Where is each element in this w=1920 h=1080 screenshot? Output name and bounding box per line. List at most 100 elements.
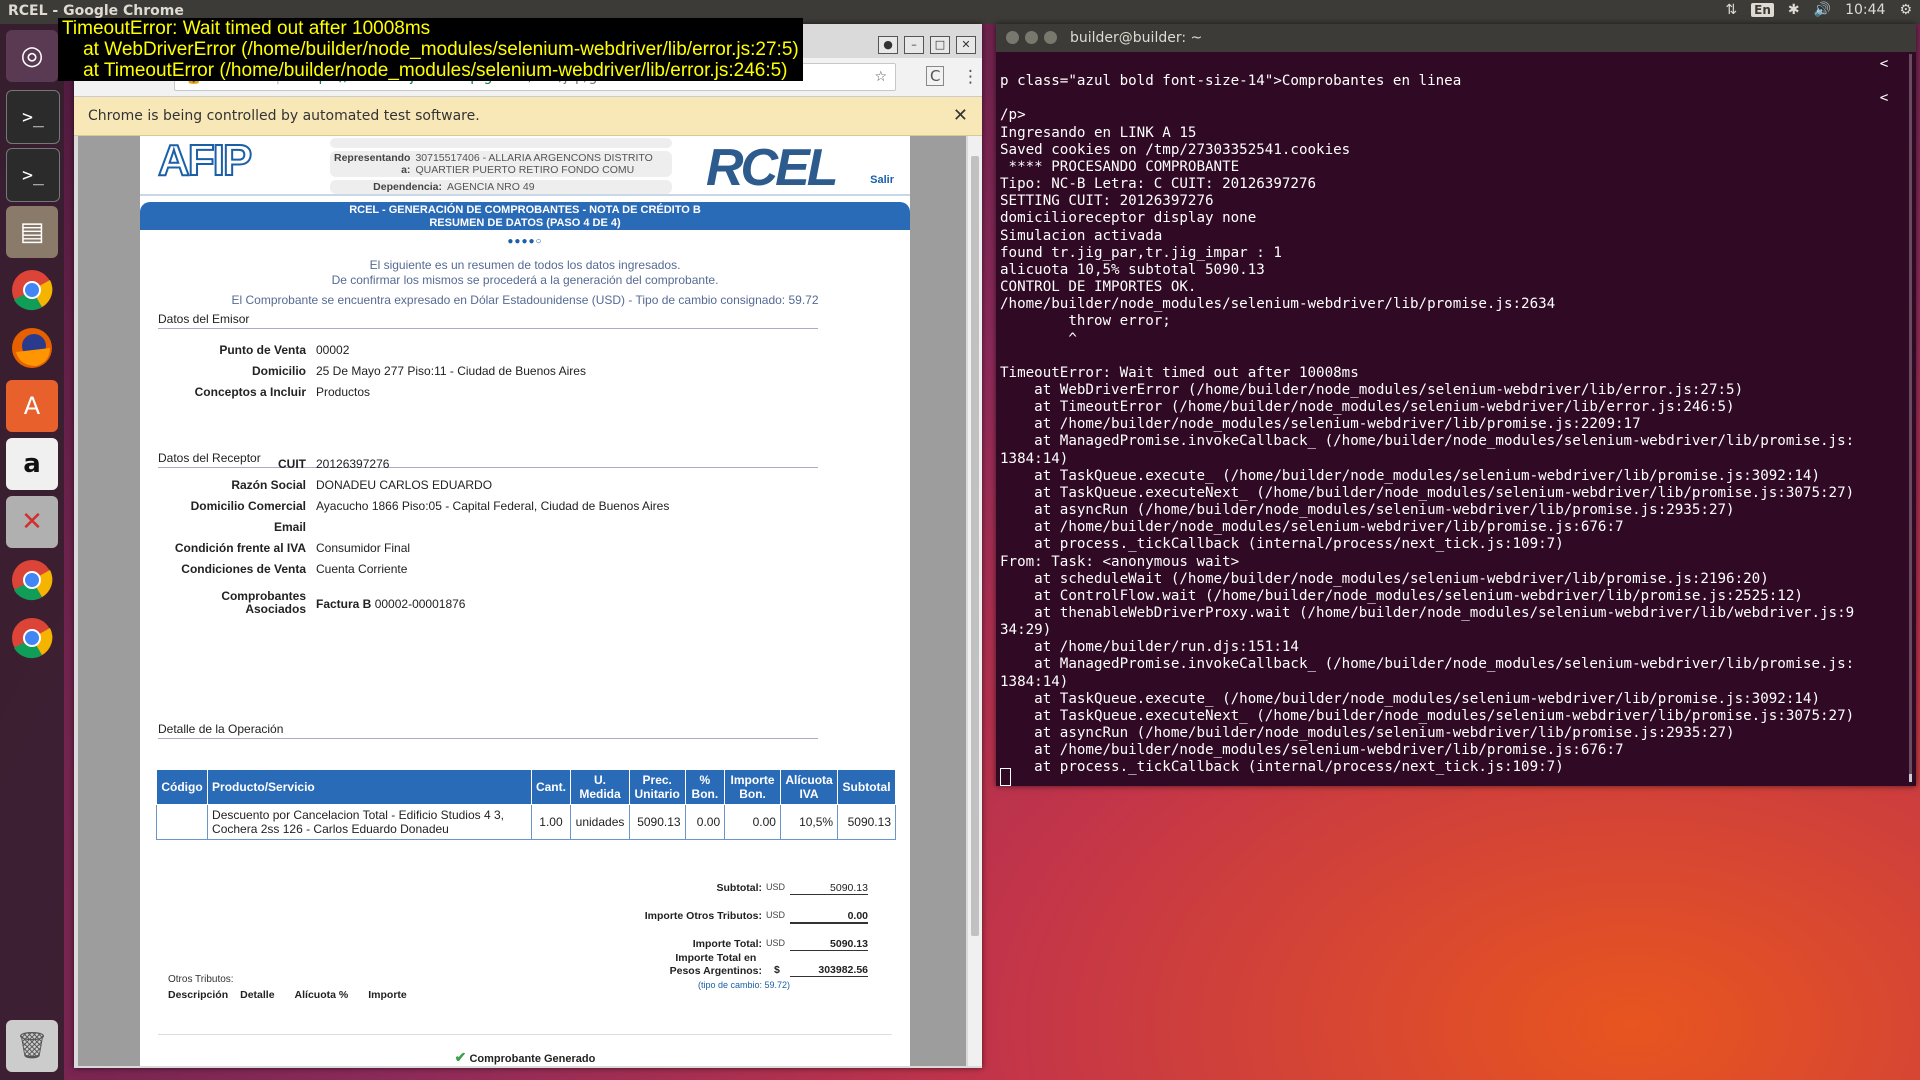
- asociados-label-2: Asociados: [245, 602, 306, 616]
- terminal-icon[interactable]: >_: [6, 90, 60, 144]
- field-value: DONADEU CARLOS EDUARDO: [316, 478, 493, 492]
- close-button[interactable]: ✕: [956, 36, 976, 54]
- field-label: Condiciones de Venta: [181, 562, 306, 576]
- bluetooth-icon[interactable]: ✱: [1788, 2, 1800, 18]
- total-currency: USD: [766, 938, 786, 948]
- asociados-value: Factura B 00002-00001876: [316, 597, 465, 611]
- table-cell: unidades: [570, 804, 630, 840]
- terminal-window: builder@builder: ~ < p class="azul bold …: [996, 24, 1916, 786]
- menu-icon[interactable]: ⋮: [962, 67, 979, 87]
- page-scrollbar[interactable]: [968, 136, 982, 1066]
- tipo-cambio-note: (tipo de cambio: 59.72): [698, 980, 791, 990]
- salir-link[interactable]: Salir: [870, 174, 894, 186]
- firefox-icon[interactable]: [6, 322, 58, 374]
- field-value: 20126397276: [316, 457, 390, 471]
- column-header: Descripción: [168, 989, 229, 1001]
- table-cell: 0.00: [684, 804, 726, 840]
- column-header: Producto/Servicio: [207, 769, 532, 805]
- subtotal-currency: USD: [766, 882, 786, 892]
- network-icon[interactable]: ⇅: [1725, 2, 1737, 18]
- terminal-cursor: [1000, 768, 1011, 786]
- extension-icon[interactable]: C: [926, 66, 945, 86]
- table-cell: [155, 804, 209, 840]
- column-header: Detalle: [240, 989, 275, 1001]
- column-header: Cant.: [530, 769, 572, 805]
- column-header: Alícuota %: [294, 989, 349, 1001]
- field-value: 25 De Mayo 277 Piso:11 - Ciudad de Bueno…: [316, 364, 586, 378]
- pesos-currency: $: [774, 964, 780, 976]
- files-icon[interactable]: ▤: [6, 206, 58, 258]
- chrome-icon[interactable]: [6, 612, 58, 664]
- table-cell: 0.00: [724, 804, 781, 840]
- step-indicator: ●●●●○: [507, 236, 543, 247]
- close-button[interactable]: [1006, 31, 1019, 44]
- asociados-num: 00002-00001876: [374, 597, 466, 611]
- intro-line-1: El siguiente es un resumen de todos los …: [369, 258, 681, 272]
- asociados-label-1: Comprobantes: [221, 589, 306, 603]
- otros-tributos-block: Otros Tributos: Descripción Detalle Alícuo…: [168, 974, 427, 1001]
- ubuntu-dash-icon[interactable]: ◎: [6, 30, 58, 82]
- maximize-button[interactable]: □: [930, 36, 950, 54]
- column-header: Importe Bon.: [724, 769, 781, 805]
- rcel-logo: RCEL: [706, 139, 839, 197]
- field-value: Cuenta Corriente: [316, 562, 408, 576]
- total-label: Importe Total:: [692, 938, 762, 950]
- terminal-titlebar: builder@builder: ~: [996, 24, 1916, 52]
- rcel-page: AFIP Representando a: 30715517406 - ALLAR…: [140, 136, 910, 1066]
- field-label: Domicilio: [251, 364, 306, 378]
- terminal-icon[interactable]: >_: [6, 148, 60, 202]
- represent-row: Representando a: 30715517406 - ALLARIA AR…: [330, 151, 672, 177]
- intro-line-2: De confirmar los mismos se procederá a l…: [331, 273, 719, 287]
- clock[interactable]: 10:44: [1845, 2, 1885, 18]
- scroll-thumb[interactable]: [971, 156, 979, 936]
- terminal-output[interactable]: < p class="azul bold font-size-14">Compr…: [1000, 56, 1912, 777]
- keyboard-layout-indicator[interactable]: En: [1751, 3, 1774, 17]
- subtotal-label: Subtotal:: [716, 882, 763, 894]
- represent-label: Representando a:: [334, 152, 411, 176]
- software-center-icon[interactable]: A: [6, 380, 58, 432]
- field-value: 00002: [316, 343, 350, 357]
- profile-icon[interactable]: ●: [878, 36, 898, 54]
- otros-currency: USD: [766, 910, 786, 920]
- field-value: Consumidor Final: [316, 541, 411, 555]
- terminal-scrollbar[interactable]: [1909, 54, 1912, 782]
- generado-label: Comprobante Generado: [469, 1053, 596, 1065]
- page-header: AFIP Representando a: 30715517406 - ALLAR…: [140, 136, 910, 197]
- column-header: Subtotal: [837, 769, 896, 805]
- otros-value: 0.00: [790, 910, 868, 924]
- field-label: Conceptos a Incluir: [194, 385, 306, 399]
- afip-logo: AFIP: [157, 136, 253, 186]
- minimize-button[interactable]: [1025, 31, 1038, 44]
- chrome-icon[interactable]: [6, 554, 58, 606]
- bookmark-star-icon[interactable]: ☆: [874, 64, 887, 90]
- system-settings-icon[interactable]: ✕: [6, 496, 58, 548]
- column-header: Importe: [368, 989, 407, 1001]
- table-cell: 1.00: [530, 804, 572, 840]
- gear-icon[interactable]: ⚙: [1899, 2, 1912, 18]
- close-icon[interactable]: ✕: [953, 97, 968, 135]
- trash-icon[interactable]: 🗑: [6, 1020, 58, 1072]
- title-line-1: RCEL - GENERACIÓN DE COMPROBANTES - NOTA…: [349, 204, 701, 216]
- page-viewport: AFIP Representando a: 30715517406 - ALLAR…: [78, 136, 966, 1066]
- pesos-value: 303982.56: [790, 964, 868, 977]
- title-line-2: RESUMEN DE DATOS (PASO 4 DE 4): [429, 217, 621, 229]
- pesos-label-2: Pesos Argentinos:: [669, 965, 762, 977]
- chrome-icon[interactable]: [6, 264, 58, 316]
- automation-infobar: Chrome is being controlled by automated …: [74, 97, 982, 136]
- amazon-icon[interactable]: a: [6, 438, 58, 490]
- scroll-thumb[interactable]: [1909, 774, 1912, 782]
- volume-icon[interactable]: 🔊: [1814, 2, 1831, 18]
- detalle-section-title: Detalle de la Operación: [158, 722, 818, 739]
- terminal-window-controls: [1006, 31, 1057, 44]
- column-header: Prec. Unitario: [628, 769, 686, 805]
- field-value: Productos: [316, 385, 371, 399]
- otros-label: Importe Otros Tributos:: [644, 910, 762, 922]
- minimize-button[interactable]: –: [904, 36, 924, 54]
- dependencia-row: Dependencia: AGENCIA NRO 49: [330, 180, 672, 194]
- infobar-text: Chrome is being controlled by automated …: [88, 108, 480, 124]
- represent-value: 30715517406 - ALLARIA ARGENCONS DISTRITO…: [415, 152, 653, 176]
- window-controls: ● – □ ✕: [878, 36, 976, 54]
- intro-text: El siguiente es un resumen de todos los …: [140, 258, 910, 308]
- pesos-label: Importe Total en Pesos Argentinos:: [670, 952, 762, 978]
- maximize-button[interactable]: [1044, 31, 1057, 44]
